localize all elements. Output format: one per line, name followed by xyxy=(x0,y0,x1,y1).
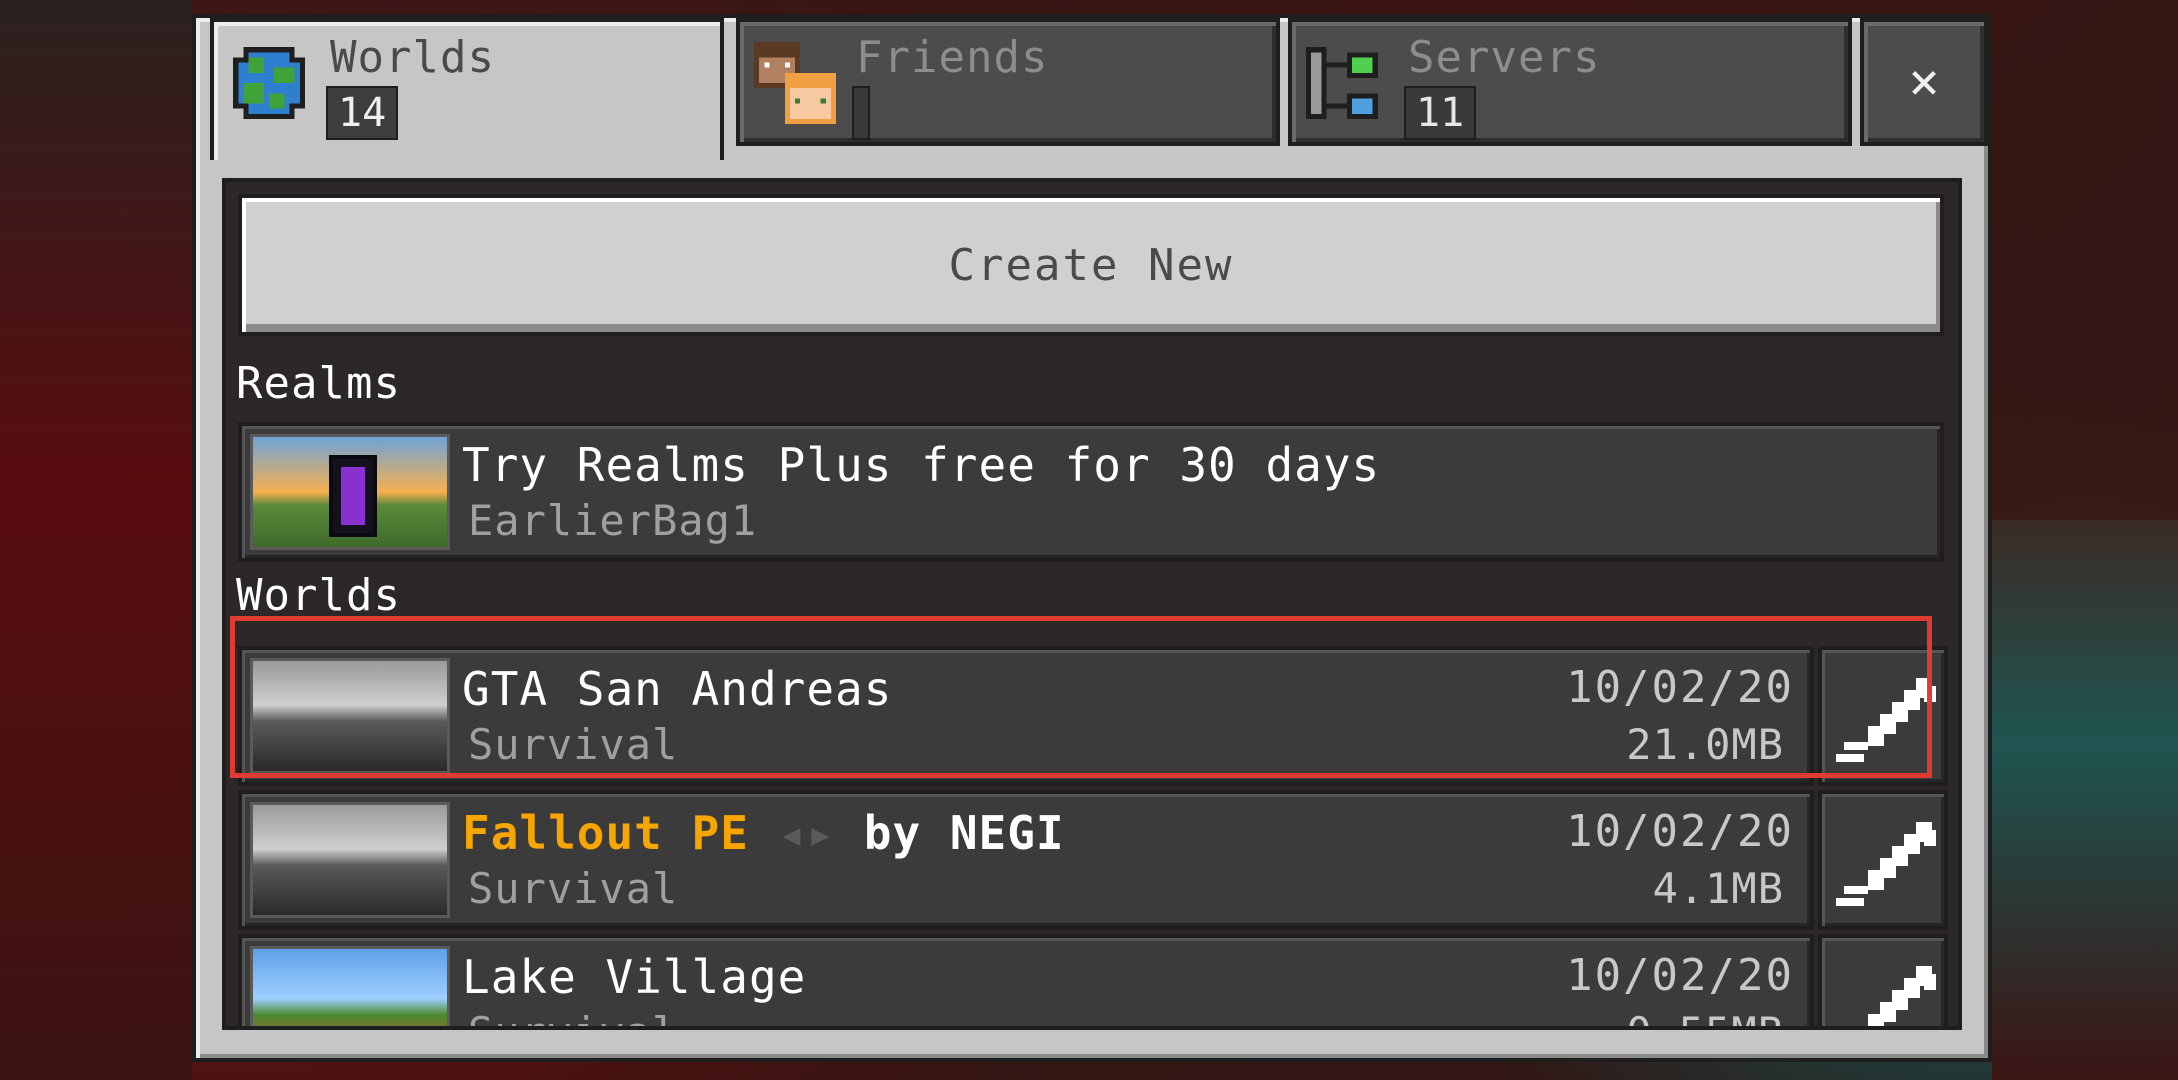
tab-worlds[interactable]: Worlds 14 xyxy=(210,18,724,160)
edit-world-button[interactable] xyxy=(1818,934,1948,1026)
realms-section-label: Realms xyxy=(236,358,401,409)
world-thumbnail xyxy=(250,946,450,1026)
tab-servers-count: 11 xyxy=(1404,86,1477,140)
nether-portal-thumbnail xyxy=(250,434,450,550)
worlds-section-label: Worlds xyxy=(236,570,401,621)
tab-friends-count xyxy=(852,86,870,140)
pencil-icon xyxy=(1836,678,1936,762)
world-size: 21.0MB xyxy=(1626,720,1784,769)
tab-servers[interactable]: Servers 11 xyxy=(1288,18,1852,146)
world-name-part-title: Fallout PE xyxy=(462,806,749,860)
world-item-fallout-pe[interactable]: Fallout PE ◂▸ by NEGI Survival 10/02/20 … xyxy=(238,790,1814,930)
world-date: 10/02/20 xyxy=(1566,950,1794,1001)
world-thumbnail xyxy=(250,802,450,918)
world-game-mode: Survival xyxy=(468,864,679,913)
realms-item-subtitle: EarlierBag1 xyxy=(468,496,758,545)
globe-icon xyxy=(233,47,305,119)
pencil-icon xyxy=(1868,966,1936,1026)
world-item-gta-san-andreas[interactable]: GTA San Andreas Survival 10/02/20 21.0MB xyxy=(238,646,1814,786)
world-name: GTA San Andreas xyxy=(462,662,893,716)
world-date: 10/02/20 xyxy=(1566,662,1794,713)
close-button[interactable]: × xyxy=(1860,18,1988,146)
edit-world-button[interactable] xyxy=(1818,646,1948,786)
world-size: 0.55MB xyxy=(1626,1008,1784,1026)
background-netherrack xyxy=(0,0,192,1080)
edit-world-button[interactable] xyxy=(1818,790,1948,930)
realms-plus-trial-item[interactable]: Try Realms Plus free for 30 days Earlier… xyxy=(238,422,1944,562)
world-item-lake-village[interactable]: Lake Village Survival 10/02/20 0.55MB xyxy=(238,934,1814,1026)
world-date: 10/02/20 xyxy=(1566,806,1794,857)
tab-friends-label: Friends xyxy=(856,32,1049,83)
world-thumbnail xyxy=(250,658,450,774)
close-icon: × xyxy=(1908,52,1940,112)
tab-worlds-count: 14 xyxy=(326,86,399,140)
friends-icon xyxy=(754,42,836,124)
realms-item-title: Try Realms Plus free for 30 days xyxy=(462,438,1381,492)
servers-icon xyxy=(1306,47,1378,119)
world-name: Fallout PE ◂▸ by NEGI xyxy=(462,806,1065,860)
worlds-list[interactable]: Create New Realms Try Realms Plus free f… xyxy=(222,178,1962,1030)
world-size: 4.1MB xyxy=(1652,864,1784,913)
world-game-mode: Survival xyxy=(468,720,679,769)
play-dialog: Worlds 14 Friends Servers 11 × Create Ne… xyxy=(192,14,1992,1062)
world-name: Lake Village xyxy=(462,950,807,1004)
tab-servers-label: Servers xyxy=(1408,32,1601,83)
pencil-icon xyxy=(1836,822,1936,906)
tab-worlds-label: Worlds xyxy=(330,32,495,83)
background-warped-block xyxy=(1992,520,2178,1080)
tab-friends[interactable]: Friends xyxy=(736,18,1280,146)
world-game-mode: Survival xyxy=(468,1008,678,1026)
arrows-icon: ◂▸ xyxy=(777,806,836,860)
world-name-part-author: by NEGI xyxy=(863,806,1065,860)
create-new-button[interactable]: Create New xyxy=(238,194,1944,336)
